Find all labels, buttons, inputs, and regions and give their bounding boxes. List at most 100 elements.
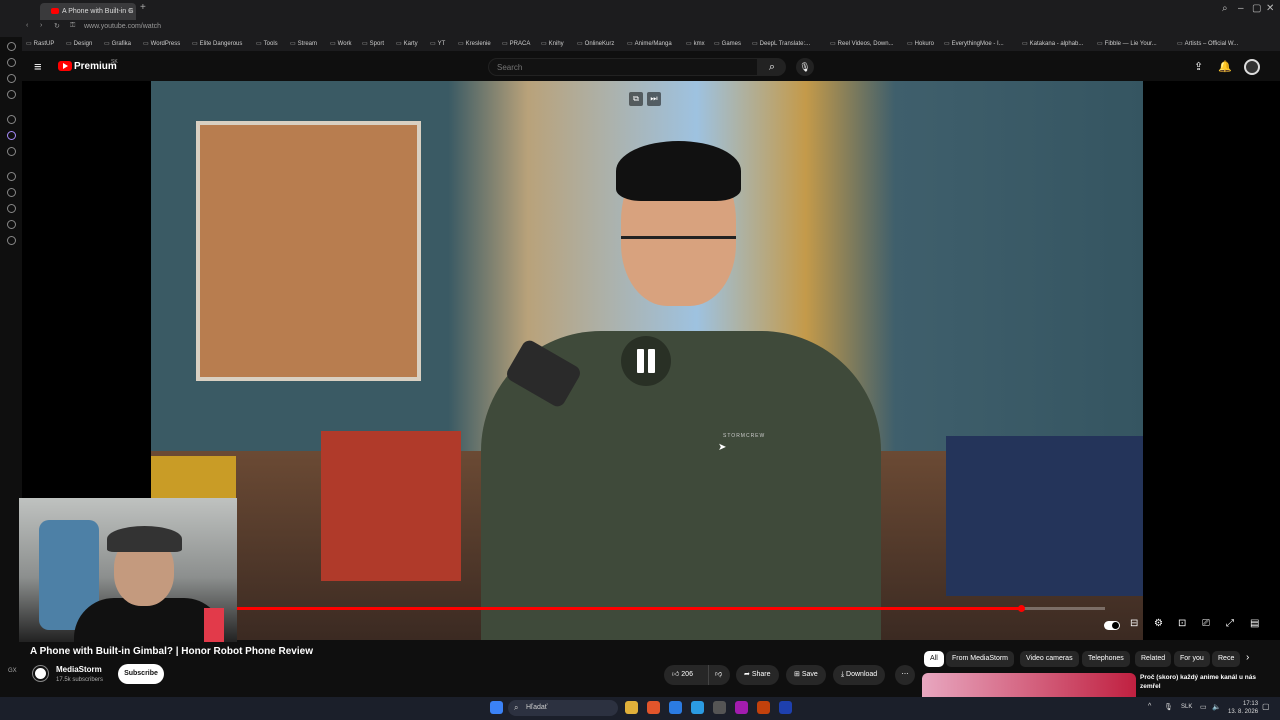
subtitles-icon[interactable]: ⊟ [1130, 618, 1138, 629]
bookmark-item[interactable]: Design [66, 40, 93, 47]
save-button[interactable]: ⊞ Save [786, 665, 826, 685]
browser-search-icon[interactable]: ⌕ [1222, 3, 1228, 14]
app-icon-1[interactable] [669, 701, 682, 714]
bookmark-item[interactable]: Katakana - alphab... [1022, 40, 1084, 47]
scrubber-handle[interactable] [1017, 605, 1025, 612]
miniplayer-icon[interactable]: ⊡ [1178, 618, 1186, 629]
notifications-icon[interactable]: 🔔 [1218, 60, 1232, 73]
search-input[interactable] [488, 58, 758, 76]
new-tab-icon[interactable]: + [140, 2, 146, 13]
bookmark-item[interactable]: DeepL Translate:... [752, 40, 810, 47]
popout-icon[interactable]: ⧉ [629, 92, 643, 106]
fullscreen-icon[interactable]: ⤢ [1226, 618, 1234, 629]
close-tab-icon[interactable]: × [128, 3, 132, 20]
sidebar-music-icon[interactable] [7, 90, 16, 99]
filter-chip[interactable]: Video cameras [1020, 651, 1079, 667]
sidebar-discord-icon[interactable] [7, 74, 16, 83]
bookmark-item[interactable]: Reel Videos, Down... [830, 40, 894, 47]
bookmark-item[interactable]: Games [714, 40, 741, 47]
filter-chip[interactable]: All [924, 651, 944, 667]
skip-icon[interactable]: ⏭ [647, 92, 661, 106]
url-field[interactable]: www.youtube.com/watch [84, 23, 161, 30]
bookmark-item[interactable]: Fibble — Lie Your... [1097, 40, 1157, 47]
chevron-right-icon[interactable]: › [1246, 652, 1249, 663]
reload-icon[interactable]: ↻ [54, 22, 60, 30]
minimize-icon[interactable]: – [1238, 3, 1244, 14]
filter-chip[interactable]: For you [1174, 651, 1210, 667]
cast-icon[interactable]: ⎚ [1202, 618, 1210, 629]
sidebar-news-icon[interactable] [7, 58, 16, 67]
bookmark-item[interactable]: OnlineKurz [577, 40, 615, 47]
file-explorer-icon[interactable] [625, 701, 638, 714]
start-icon[interactable] [490, 701, 503, 714]
maximize-icon[interactable]: ▢ [1252, 3, 1261, 14]
filter-chip[interactable]: Rece [1212, 651, 1241, 667]
sidebar-chatgpt-icon[interactable] [7, 115, 16, 124]
filter-chip[interactable]: From MediaStorm [946, 651, 1015, 667]
bookmark-item[interactable]: Artists – Official W... [1177, 40, 1239, 47]
forward-icon[interactable]: › [40, 22, 42, 29]
sidebar-home-icon[interactable] [7, 42, 16, 51]
pause-icon[interactable] [621, 336, 671, 386]
bookmark-item[interactable]: YT [430, 40, 446, 47]
recommendation-thumbnail[interactable] [922, 673, 1136, 697]
bookmark-item[interactable]: Elite Dangerous [192, 40, 243, 47]
sidebar-settings-icon[interactable] [7, 236, 16, 245]
bookmark-item[interactable]: EverythingMoe - I... [944, 40, 1004, 47]
bookmark-item[interactable]: kmx [686, 40, 705, 47]
settings-gear-icon[interactable]: ⚙ [1154, 618, 1163, 629]
bookmark-item[interactable]: Kreslenie [458, 40, 491, 47]
notifications-tray-icon[interactable]: ▢ [1262, 702, 1270, 711]
brave-icon[interactable] [647, 701, 660, 714]
sidebar-bookmark-icon[interactable] [7, 204, 16, 213]
subscribe-button[interactable]: Subscribe [118, 664, 164, 684]
clock[interactable]: 17:13 13. 8. 2026 [1228, 700, 1258, 716]
sidebar-history-icon[interactable] [7, 172, 16, 181]
filter-chip[interactable]: Telephones [1082, 651, 1130, 667]
download-button[interactable]: ⤓ Download [833, 665, 886, 685]
hamburger-menu-icon[interactable]: ≡ [34, 59, 42, 74]
channel-avatar[interactable] [33, 666, 48, 681]
bookmark-item[interactable]: Work [330, 40, 352, 47]
taskbar-search[interactable]: Hľadať [508, 700, 618, 716]
steam-icon[interactable] [779, 701, 792, 714]
language-indicator[interactable]: SLK [1181, 704, 1192, 710]
bookmark-item[interactable]: PRACA [502, 40, 531, 47]
dislike-button[interactable]: 👎︎ [708, 665, 730, 685]
avatar[interactable] [1244, 59, 1260, 75]
voice-search-icon[interactable]: 🎙 [796, 58, 814, 76]
browser-tab[interactable]: A Phone with Built-in G × [40, 3, 136, 20]
edge-icon[interactable] [691, 701, 704, 714]
bookmark-item[interactable]: Knihy [541, 40, 564, 47]
bookmark-item[interactable]: Stream [290, 40, 317, 47]
app-icon-2[interactable] [757, 701, 770, 714]
like-button[interactable]: 👍︎ 206 [664, 665, 708, 685]
share-button[interactable]: ➦ Share [736, 665, 779, 685]
recommendation-title[interactable]: Proč (skoro) každý anime kanál u nás zem… [1140, 673, 1270, 691]
network-icon[interactable]: ▭ [1200, 703, 1207, 711]
bookmark-item[interactable]: Sport [362, 40, 384, 47]
tray-chevron-icon[interactable]: ^ [1148, 703, 1151, 710]
sidebar-percent-icon[interactable] [7, 147, 16, 156]
bookmark-item[interactable]: WordPress [143, 40, 181, 47]
channel-name[interactable]: MediaStorm [56, 665, 102, 674]
video-frame[interactable]: STORMCREW ⧉ ⏭ [151, 81, 1143, 640]
bookmark-item[interactable]: Hokuro [907, 40, 934, 47]
bookmark-item[interactable]: RastUP [26, 40, 55, 47]
bookmark-item[interactable]: Grafika [104, 40, 131, 47]
volume-icon[interactable]: 🔈 [1212, 703, 1221, 711]
bookmark-item[interactable]: Anime/Manga [627, 40, 672, 47]
more-actions-icon[interactable]: ⋯ [895, 665, 915, 685]
bookmark-item[interactable]: Tools [256, 40, 278, 47]
sidebar-player-icon[interactable] [7, 188, 16, 197]
sidebar-extensions-icon[interactable] [7, 220, 16, 229]
back-icon[interactable]: ‹ [26, 22, 28, 29]
bookmark-item[interactable]: Karty [396, 40, 418, 47]
close-window-icon[interactable]: ✕ [1266, 3, 1274, 14]
progress-bar[interactable] [237, 605, 1105, 612]
search-button[interactable]: ⌕ [758, 58, 786, 76]
youtube-logo-icon[interactable] [58, 61, 72, 71]
sidebar-twitch-icon[interactable] [7, 131, 16, 140]
filter-chip[interactable]: Related [1135, 651, 1172, 667]
upload-icon[interactable]: ⇪ [1194, 60, 1203, 73]
